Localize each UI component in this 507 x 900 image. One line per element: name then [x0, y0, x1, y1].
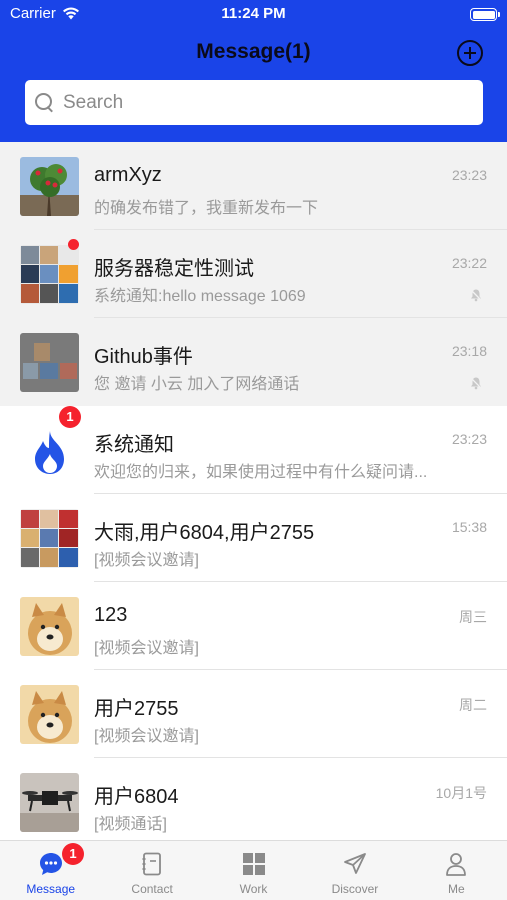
conversation-row[interactable]: 123 [视频会议邀请] 周三: [0, 582, 507, 670]
tab-contact-label: Contact: [131, 882, 173, 896]
search-bar[interactable]: [25, 80, 483, 125]
flame-icon: [35, 431, 64, 474]
tab-work-label: Work: [239, 882, 268, 896]
header: Carrier 11:24 PM Message(1): [0, 0, 507, 142]
unread-dot-badge: [68, 239, 79, 250]
grid-icon: [242, 853, 265, 875]
conversation-preview: [视频会议邀请]: [94, 552, 199, 569]
tab-work[interactable]: Work: [203, 841, 304, 900]
avatar: [20, 421, 79, 480]
status-time: 11:24 PM: [221, 5, 286, 22]
contact-book-icon: [142, 852, 162, 876]
conversation-time: 周二: [459, 697, 487, 713]
conversation-row[interactable]: armXyz 的确发布错了，我重新发布一下 23:23: [0, 142, 507, 230]
conversation-row[interactable]: 用户6804 [视频通话] 10月1号: [0, 758, 507, 846]
conversation-name: 服务器稳定性测试: [94, 258, 254, 280]
search-icon: [35, 92, 55, 113]
tab-bar: 1 Message Contact Work Discover Me: [0, 840, 507, 900]
conversation-time: 23:22: [451, 255, 487, 271]
conversation-row[interactable]: Github事件 您 邀请 小云 加入了网络通话 23:18: [0, 318, 507, 406]
conversation-row[interactable]: 1 系统通知 欢迎您的归来，如果使用过程中有什么疑问请... 23:23: [0, 406, 507, 494]
conversation-name: 系统通知: [94, 434, 174, 456]
conversation-preview: [视频通话]: [94, 816, 167, 833]
tab-me-label: Me: [447, 882, 465, 896]
conversation-row[interactable]: 服务器稳定性测试 系统通知:hello message 1069 23:22: [0, 230, 507, 318]
conversation-time: 周三: [459, 609, 487, 625]
tab-discover[interactable]: Discover: [304, 841, 405, 900]
search-input[interactable]: [63, 91, 463, 114]
conversation-name: 用户2755: [94, 698, 179, 720]
avatar: [20, 157, 79, 216]
conversation-name: armXyz: [94, 164, 162, 186]
mute-bell-icon: [470, 377, 482, 390]
conversation-row[interactable]: 大雨,用户6804,用户2755 [视频会议邀请] 15:38: [0, 494, 507, 582]
tab-discover-label: Discover: [331, 882, 379, 896]
avatar: [20, 245, 79, 304]
page-title: Message(1): [196, 40, 311, 63]
conversation-preview: [视频会议邀请]: [94, 640, 199, 657]
conversation-time: 23:23: [451, 431, 487, 447]
avatar: [20, 597, 79, 656]
person-icon: [446, 853, 467, 876]
conversation-time: 10月1号: [435, 785, 487, 801]
status-bar: Carrier 11:24 PM: [0, 0, 507, 30]
mute-bell-icon: [470, 289, 482, 302]
conversation-preview: [视频会议邀请]: [94, 728, 199, 745]
conversation-list: armXyz 的确发布错了，我重新发布一下 23:23 服务器稳定性测试 系统通…: [0, 142, 507, 846]
avatar: [20, 509, 79, 568]
avatar: [20, 333, 79, 392]
conversation-name: 123: [94, 604, 128, 626]
unread-count-badge: 1: [59, 406, 81, 428]
paper-plane-icon: [344, 853, 366, 874]
message-screen: Carrier 11:24 PM Message(1) Search armXy…: [0, 0, 507, 900]
tab-message[interactable]: 1 Message: [0, 841, 101, 900]
conversation-time: 15:38: [451, 519, 487, 535]
conversation-name: 用户6804: [94, 786, 179, 808]
conversation-time: 23:18: [451, 343, 487, 359]
conversation-preview: 系统通知:hello message 1069: [94, 288, 306, 305]
conversation-preview: 您 邀请 小云 加入了网络通话: [94, 376, 300, 393]
conversation-name: 大雨,用户6804,用户2755: [94, 522, 315, 544]
conversation-time: 23:23: [451, 167, 487, 183]
conversation-row[interactable]: 用户2755 [视频会议邀请] 周二: [0, 670, 507, 758]
plus-circle-icon[interactable]: [457, 40, 483, 66]
tab-message-label: Message: [26, 882, 76, 896]
conversation-preview: 欢迎您的归来，如果使用过程中有什么疑问请...: [94, 464, 428, 481]
avatar: [20, 685, 79, 744]
battery-icon: [470, 8, 500, 21]
conversation-preview: 的确发布错了，我重新发布一下: [94, 200, 319, 217]
tab-contact[interactable]: Contact: [101, 841, 202, 900]
tab-me[interactable]: Me: [406, 841, 507, 900]
chat-bubble-icon: [39, 853, 62, 875]
conversation-name: Github事件: [94, 346, 193, 368]
avatar: [20, 773, 79, 832]
tab-message-badge: 1: [62, 843, 84, 865]
